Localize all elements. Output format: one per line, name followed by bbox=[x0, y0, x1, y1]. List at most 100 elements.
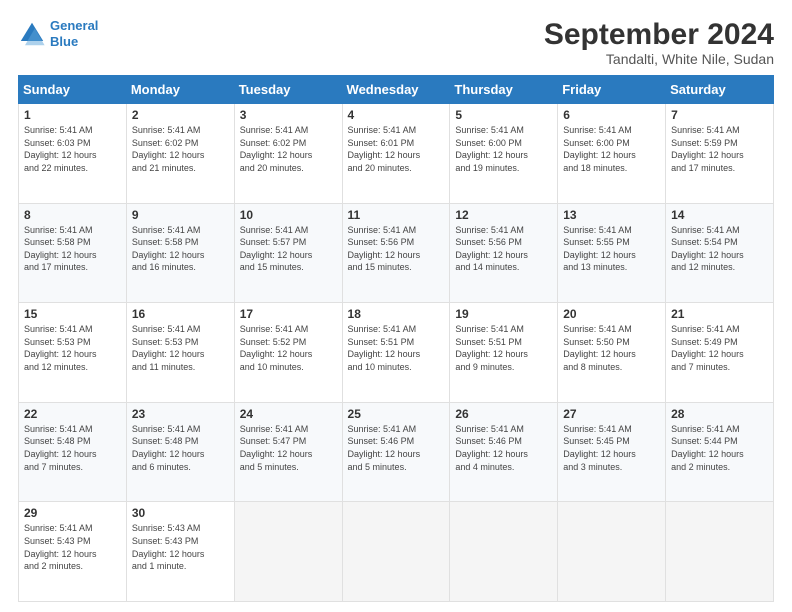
calendar-cell: 25Sunrise: 5:41 AM Sunset: 5:46 PM Dayli… bbox=[342, 402, 450, 502]
day-info: Sunrise: 5:41 AM Sunset: 5:49 PM Dayligh… bbox=[671, 323, 768, 373]
day-number: 1 bbox=[24, 108, 121, 122]
day-number: 12 bbox=[455, 208, 552, 222]
calendar-cell: 21 Sunrise: 5:41 AM Sunset: 5:49 PM Dayli… bbox=[666, 303, 774, 403]
day-number: 25 bbox=[348, 407, 445, 421]
header-cell-friday: Friday bbox=[558, 76, 666, 104]
title-block: September 2024 Tandalti, White Nile, Sud… bbox=[544, 18, 774, 67]
day-number: 4 bbox=[348, 108, 445, 122]
day-number: 28 bbox=[671, 407, 768, 421]
calendar-cell: 14Sunrise: 5:41 AM Sunset: 5:54 PM Dayli… bbox=[666, 203, 774, 303]
day-number: 5 bbox=[455, 108, 552, 122]
day-info: Sunrise: 5:41 AM Sunset: 5:46 PM Dayligh… bbox=[455, 423, 552, 473]
day-number: 16 bbox=[132, 307, 229, 321]
calendar-cell bbox=[234, 502, 342, 602]
day-info: Sunrise: 5:41 AM Sunset: 5:51 PM Dayligh… bbox=[348, 323, 445, 373]
header-cell-wednesday: Wednesday bbox=[342, 76, 450, 104]
day-info: Sunrise: 5:41 AM Sunset: 5:43 PM Dayligh… bbox=[24, 522, 121, 572]
day-number: 7 bbox=[671, 108, 768, 122]
day-number: 17 bbox=[240, 307, 337, 321]
calendar-cell: 24Sunrise: 5:41 AM Sunset: 5:47 PM Dayli… bbox=[234, 402, 342, 502]
day-info: Sunrise: 5:41 AM Sunset: 5:51 PM Dayligh… bbox=[455, 323, 552, 373]
main-title: September 2024 bbox=[544, 18, 774, 51]
header-cell-saturday: Saturday bbox=[666, 76, 774, 104]
logo-text: General Blue bbox=[50, 18, 98, 49]
calendar-week-2: 8 Sunrise: 5:41 AM Sunset: 5:58 PM Daylig… bbox=[19, 203, 774, 303]
day-info: Sunrise: 5:41 AM Sunset: 5:58 PM Dayligh… bbox=[24, 224, 121, 274]
day-number: 29 bbox=[24, 506, 121, 520]
day-info: Sunrise: 5:41 AM Sunset: 5:48 PM Dayligh… bbox=[132, 423, 229, 473]
calendar-cell: 13 Sunrise: 5:41 AM Sunset: 5:55 PM Dayli… bbox=[558, 203, 666, 303]
calendar-cell bbox=[666, 502, 774, 602]
calendar-cell bbox=[450, 502, 558, 602]
day-number: 13 bbox=[563, 208, 660, 222]
calendar-week-5: 29 Sunrise: 5:41 AM Sunset: 5:43 PM Dayli… bbox=[19, 502, 774, 602]
day-info: Sunrise: 5:41 AM Sunset: 6:03 PM Dayligh… bbox=[24, 124, 121, 174]
day-info: Sunrise: 5:41 AM Sunset: 5:52 PM Dayligh… bbox=[240, 323, 337, 373]
calendar-cell: 23 Sunrise: 5:41 AM Sunset: 5:48 PM Dayli… bbox=[126, 402, 234, 502]
calendar-cell: 6 Sunrise: 5:41 AM Sunset: 6:00 PM Daylig… bbox=[558, 104, 666, 204]
day-number: 10 bbox=[240, 208, 337, 222]
calendar-cell: 2Sunrise: 5:41 AM Sunset: 6:02 PM Daylig… bbox=[126, 104, 234, 204]
subtitle: Tandalti, White Nile, Sudan bbox=[544, 51, 774, 67]
calendar-cell: 3Sunrise: 5:41 AM Sunset: 6:02 PM Daylig… bbox=[234, 104, 342, 204]
calendar-cell: 15Sunrise: 5:41 AM Sunset: 5:53 PM Dayli… bbox=[19, 303, 127, 403]
day-info: Sunrise: 5:41 AM Sunset: 5:58 PM Dayligh… bbox=[132, 224, 229, 274]
calendar-cell: 26 Sunrise: 5:41 AM Sunset: 5:46 PM Dayli… bbox=[450, 402, 558, 502]
calendar-cell: 19 Sunrise: 5:41 AM Sunset: 5:51 PM Dayli… bbox=[450, 303, 558, 403]
calendar-cell: 8 Sunrise: 5:41 AM Sunset: 5:58 PM Daylig… bbox=[19, 203, 127, 303]
calendar-cell bbox=[558, 502, 666, 602]
calendar-cell: 28 Sunrise: 5:41 AM Sunset: 5:44 PM Dayli… bbox=[666, 402, 774, 502]
day-info: Sunrise: 5:41 AM Sunset: 5:55 PM Dayligh… bbox=[563, 224, 660, 274]
calendar-cell bbox=[342, 502, 450, 602]
header: General Blue September 2024 Tandalti, Wh… bbox=[18, 18, 774, 67]
calendar-cell: 4 Sunrise: 5:41 AM Sunset: 6:01 PM Daylig… bbox=[342, 104, 450, 204]
calendar-cell: 22 Sunrise: 5:41 AM Sunset: 5:48 PM Dayli… bbox=[19, 402, 127, 502]
day-number: 24 bbox=[240, 407, 337, 421]
calendar-week-3: 15Sunrise: 5:41 AM Sunset: 5:53 PM Dayli… bbox=[19, 303, 774, 403]
day-number: 18 bbox=[348, 307, 445, 321]
calendar-cell: 16 Sunrise: 5:41 AM Sunset: 5:53 PM Dayli… bbox=[126, 303, 234, 403]
day-info: Sunrise: 5:41 AM Sunset: 5:53 PM Dayligh… bbox=[132, 323, 229, 373]
day-info: Sunrise: 5:41 AM Sunset: 5:48 PM Dayligh… bbox=[24, 423, 121, 473]
day-info: Sunrise: 5:41 AM Sunset: 5:57 PM Dayligh… bbox=[240, 224, 337, 274]
day-info: Sunrise: 5:41 AM Sunset: 6:01 PM Dayligh… bbox=[348, 124, 445, 174]
calendar-cell: 12 Sunrise: 5:41 AM Sunset: 5:56 PM Dayli… bbox=[450, 203, 558, 303]
day-number: 14 bbox=[671, 208, 768, 222]
calendar-cell: 29 Sunrise: 5:41 AM Sunset: 5:43 PM Dayli… bbox=[19, 502, 127, 602]
calendar-cell: 27Sunrise: 5:41 AM Sunset: 5:45 PM Dayli… bbox=[558, 402, 666, 502]
day-info: Sunrise: 5:41 AM Sunset: 6:02 PM Dayligh… bbox=[240, 124, 337, 174]
day-number: 30 bbox=[132, 506, 229, 520]
logo: General Blue bbox=[18, 18, 98, 49]
logo-icon bbox=[18, 20, 46, 48]
day-number: 20 bbox=[563, 307, 660, 321]
day-number: 23 bbox=[132, 407, 229, 421]
day-info: Sunrise: 5:41 AM Sunset: 6:00 PM Dayligh… bbox=[563, 124, 660, 174]
day-number: 11 bbox=[348, 208, 445, 222]
day-info: Sunrise: 5:41 AM Sunset: 5:44 PM Dayligh… bbox=[671, 423, 768, 473]
calendar-week-4: 22 Sunrise: 5:41 AM Sunset: 5:48 PM Dayli… bbox=[19, 402, 774, 502]
day-info: Sunrise: 5:41 AM Sunset: 5:45 PM Dayligh… bbox=[563, 423, 660, 473]
day-info: Sunrise: 5:41 AM Sunset: 5:50 PM Dayligh… bbox=[563, 323, 660, 373]
calendar-cell: 20 Sunrise: 5:41 AM Sunset: 5:50 PM Dayli… bbox=[558, 303, 666, 403]
calendar-header-row: SundayMondayTuesdayWednesdayThursdayFrid… bbox=[19, 76, 774, 104]
day-number: 19 bbox=[455, 307, 552, 321]
header-cell-monday: Monday bbox=[126, 76, 234, 104]
calendar-cell: 1 Sunrise: 5:41 AM Sunset: 6:03 PM Daylig… bbox=[19, 104, 127, 204]
day-info: Sunrise: 5:41 AM Sunset: 5:56 PM Dayligh… bbox=[455, 224, 552, 274]
day-number: 21 bbox=[671, 307, 768, 321]
page: General Blue September 2024 Tandalti, Wh… bbox=[0, 0, 792, 612]
calendar-cell: 7 Sunrise: 5:41 AM Sunset: 5:59 PM Daylig… bbox=[666, 104, 774, 204]
header-cell-sunday: Sunday bbox=[19, 76, 127, 104]
calendar-cell: 10 Sunrise: 5:41 AM Sunset: 5:57 PM Dayli… bbox=[234, 203, 342, 303]
day-number: 6 bbox=[563, 108, 660, 122]
day-info: Sunrise: 5:43 AM Sunset: 5:43 PM Dayligh… bbox=[132, 522, 229, 572]
calendar-cell: 18 Sunrise: 5:41 AM Sunset: 5:51 PM Dayli… bbox=[342, 303, 450, 403]
day-number: 2 bbox=[132, 108, 229, 122]
day-number: 22 bbox=[24, 407, 121, 421]
calendar-cell: 5Sunrise: 5:41 AM Sunset: 6:00 PM Daylig… bbox=[450, 104, 558, 204]
calendar-week-1: 1 Sunrise: 5:41 AM Sunset: 6:03 PM Daylig… bbox=[19, 104, 774, 204]
day-number: 8 bbox=[24, 208, 121, 222]
day-info: Sunrise: 5:41 AM Sunset: 5:59 PM Dayligh… bbox=[671, 124, 768, 174]
day-number: 9 bbox=[132, 208, 229, 222]
day-number: 26 bbox=[455, 407, 552, 421]
